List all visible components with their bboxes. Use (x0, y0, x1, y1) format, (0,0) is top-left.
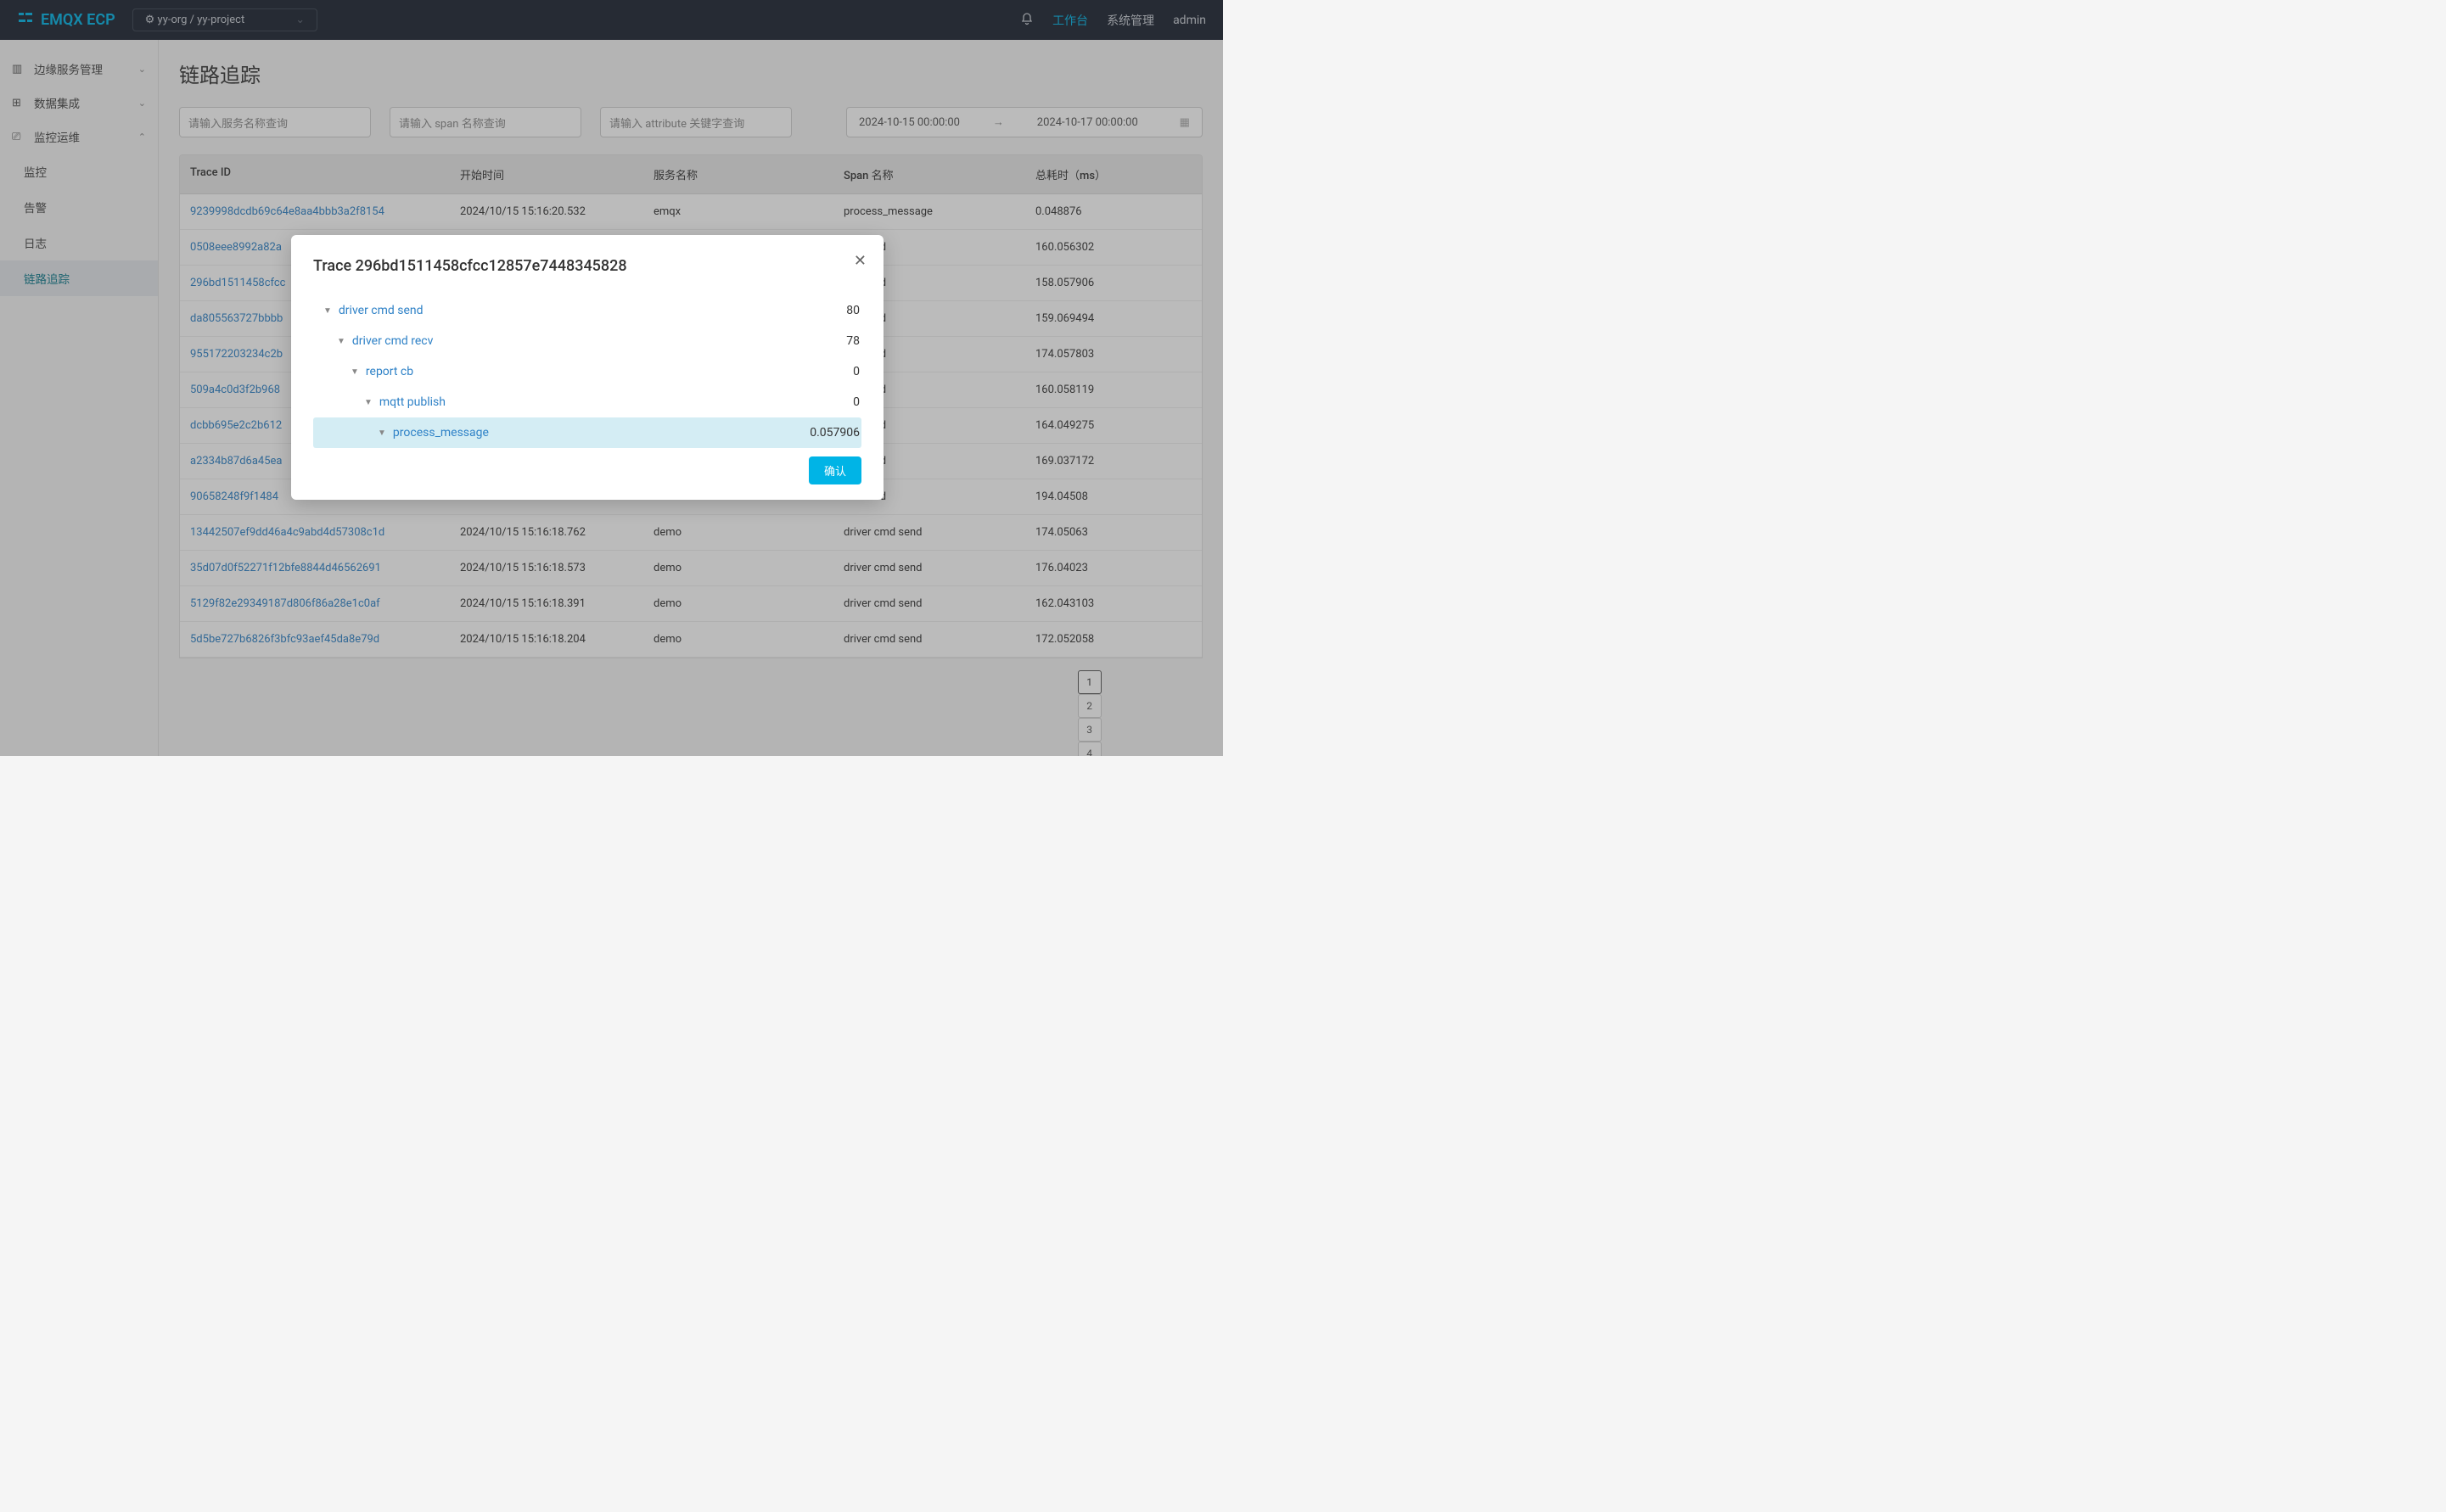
caret-down-icon: ▼ (323, 306, 332, 316)
span-name-link[interactable]: driver cmd recv (352, 334, 434, 348)
caret-down-icon: ▼ (337, 337, 345, 346)
span-duration: 0.057906 (810, 426, 860, 440)
caret-down-icon: ▼ (364, 398, 373, 407)
trace-span-row[interactable]: ▼ report cb 0 (313, 356, 861, 387)
trace-span-row[interactable]: ▼ driver cmd send 80 (313, 295, 861, 326)
trace-span-row[interactable]: ▼ mqtt publish 0 (313, 387, 861, 417)
modal-title: Trace 296bd1511458cfcc12857e7448345828 (313, 257, 861, 275)
close-icon[interactable]: ✕ (854, 252, 867, 270)
span-duration: 0 (853, 395, 860, 409)
trace-span-row[interactable]: ▼ driver cmd recv 78 (313, 326, 861, 356)
trace-detail-modal: ✕ Trace 296bd1511458cfcc12857e7448345828… (291, 235, 884, 500)
span-duration: 0 (853, 365, 860, 378)
caret-down-icon: ▼ (378, 428, 386, 438)
span-name-link[interactable]: process_message (393, 426, 489, 440)
span-name-link[interactable]: mqtt publish (379, 395, 446, 409)
span-name-link[interactable]: driver cmd send (339, 304, 424, 317)
caret-down-icon: ▼ (351, 367, 359, 377)
span-duration: 80 (846, 304, 860, 317)
trace-span-row[interactable]: ▼ process_message 0.057906 (313, 417, 861, 448)
span-name-link[interactable]: report cb (366, 365, 413, 378)
span-duration: 78 (846, 334, 860, 348)
confirm-button[interactable]: 确认 (809, 456, 861, 484)
